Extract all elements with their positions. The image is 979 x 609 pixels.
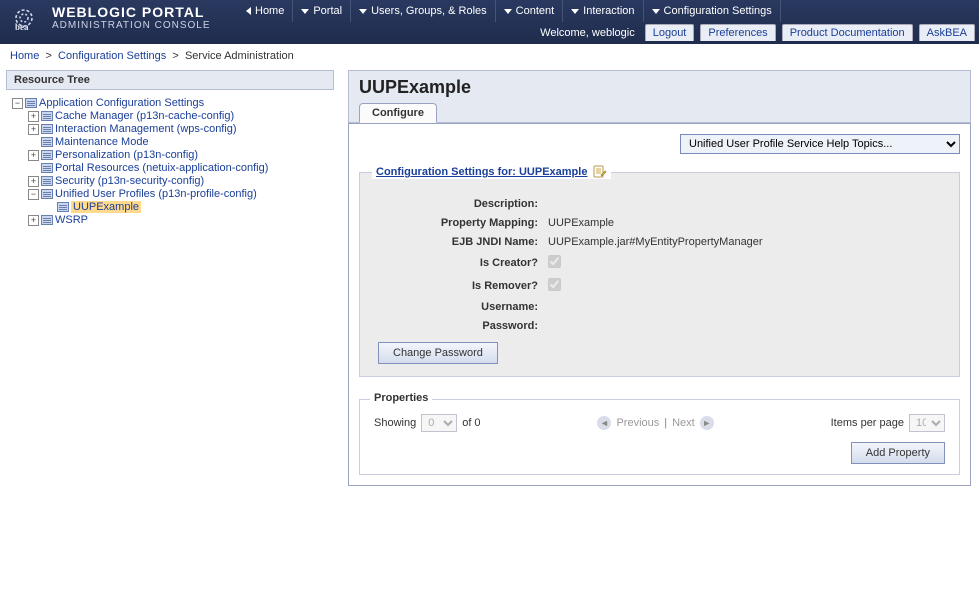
label-ejb-jndi-name: EJB JNDI Name:: [378, 236, 548, 248]
tree-root-label: Application Configuration Settings: [39, 97, 204, 109]
label-password: Password:: [378, 320, 548, 332]
page-title: UUPExample: [359, 77, 960, 98]
caret-down-icon: [504, 9, 512, 14]
caret-down-icon: [359, 9, 367, 14]
breadcrumb-config-settings[interactable]: Configuration Settings: [58, 50, 166, 62]
breadcrumb: Home > Configuration Settings > Service …: [0, 44, 979, 70]
tab-configure[interactable]: Configure: [359, 103, 437, 123]
expand-icon[interactable]: +: [28, 176, 39, 187]
config-settings-group: Configuration Settings for: UUPExample D…: [359, 172, 960, 377]
pager-previous: Previous: [616, 417, 659, 429]
folder-icon: [41, 163, 53, 173]
tree-item-personalization[interactable]: +Personalization (p13n-config): [28, 149, 332, 161]
tree-item-cache-manager[interactable]: +Cache Manager (p13n-cache-config): [28, 110, 332, 122]
collapse-icon[interactable]: −: [12, 98, 23, 109]
items-per-page-label: Items per page: [831, 417, 904, 429]
tree-item-unified-user-profiles[interactable]: −Unified User Profiles (p13n-profile-con…: [28, 188, 332, 200]
preferences-link[interactable]: Preferences: [700, 24, 775, 41]
configure-panel: Unified User Profile Service Help Topics…: [348, 123, 971, 486]
brand-subtitle: ADMINISTRATION CONSOLE: [52, 20, 211, 31]
folder-icon: [41, 137, 53, 147]
nav-users-groups-roles[interactable]: Users, Groups, & Roles: [351, 0, 496, 22]
folder-icon: [41, 124, 53, 134]
tree-item-uupexample[interactable]: UUPExample: [44, 201, 332, 213]
expand-icon[interactable]: +: [28, 124, 39, 135]
folder-icon: [41, 150, 53, 160]
arrow-right-icon: ►: [700, 416, 714, 430]
nav-home[interactable]: Home: [238, 0, 293, 22]
expand-icon[interactable]: +: [28, 111, 39, 122]
caret-down-icon: [301, 9, 309, 14]
showing-select: 0: [421, 414, 457, 432]
folder-icon: [41, 189, 53, 199]
breadcrumb-home[interactable]: Home: [10, 50, 39, 62]
expand-icon[interactable]: +: [28, 150, 39, 161]
nav-portal[interactable]: Portal: [293, 0, 351, 22]
tree-root[interactable]: − Application Configuration Settings: [12, 97, 332, 109]
add-property-button[interactable]: Add Property: [851, 442, 945, 464]
app-header: bea WEBLOGIC PORTAL ADMINISTRATION CONSO…: [0, 0, 979, 44]
primary-nav: Home Portal Users, Groups, & Roles Conte…: [238, 0, 781, 22]
properties-legend: Properties: [370, 392, 432, 404]
breadcrumb-current: Service Administration: [185, 50, 294, 62]
logout-link[interactable]: Logout: [645, 24, 695, 41]
brand-title: WEBLOGIC PORTAL: [52, 5, 211, 20]
folder-icon: [57, 202, 69, 212]
value-ejb-jndi-name: UUPExample.jar#MyEntityPropertyManager: [548, 236, 763, 248]
caret-left-icon: [246, 7, 251, 15]
label-is-creator: Is Creator?: [378, 257, 548, 269]
tree-item-interaction-mgmt[interactable]: +Interaction Management (wps-config): [28, 123, 332, 135]
showing-of: of 0: [462, 417, 480, 429]
resource-tree-title: Resource Tree: [6, 70, 334, 90]
label-username: Username:: [378, 301, 548, 313]
edit-icon[interactable]: [593, 165, 607, 179]
tree-item-portal-resources[interactable]: Portal Resources (netuix-application-con…: [28, 162, 332, 174]
tree-item-wsrp[interactable]: +WSRP: [28, 214, 332, 226]
caret-down-icon: [571, 9, 579, 14]
product-docs-link[interactable]: Product Documentation: [782, 24, 913, 41]
nav-interaction[interactable]: Interaction: [563, 0, 643, 22]
folder-icon: [25, 98, 37, 108]
items-per-page-select: 10: [909, 414, 945, 432]
folder-icon: [41, 176, 53, 186]
showing-label: Showing: [374, 417, 416, 429]
properties-group: Properties Showing 0 of 0 ◄ Previous | N…: [359, 399, 960, 475]
collapse-icon[interactable]: −: [28, 189, 39, 200]
checkbox-is-creator: [548, 255, 561, 268]
folder-icon: [41, 215, 53, 225]
bea-logo-icon: bea: [10, 4, 46, 32]
page-header: UUPExample Configure: [348, 70, 971, 123]
tree-item-maintenance-mode[interactable]: Maintenance Mode: [28, 136, 332, 148]
expand-icon[interactable]: +: [28, 215, 39, 226]
help-topics-select[interactable]: Unified User Profile Service Help Topics…: [680, 134, 960, 154]
nav-content[interactable]: Content: [496, 0, 564, 22]
askbea-link[interactable]: AskBEA: [919, 24, 975, 41]
tree-item-security[interactable]: +Security (p13n-security-config): [28, 175, 332, 187]
folder-icon: [41, 111, 53, 121]
label-property-mapping: Property Mapping:: [378, 217, 548, 229]
svg-text:bea: bea: [15, 22, 29, 32]
caret-down-icon: [652, 9, 660, 14]
label-is-remover: Is Remover?: [378, 280, 548, 292]
welcome-bar: Welcome, weblogic Logout Preferences Pro…: [540, 24, 975, 41]
checkbox-is-remover: [548, 278, 561, 291]
label-description: Description:: [378, 198, 548, 210]
change-password-button[interactable]: Change Password: [378, 342, 498, 364]
config-settings-link[interactable]: Configuration Settings for: UUPExample: [376, 166, 587, 178]
resource-tree: − Application Configuration Settings +Ca…: [6, 92, 334, 231]
pager-next: Next: [672, 417, 695, 429]
value-property-mapping: UUPExample: [548, 217, 614, 229]
welcome-text: Welcome, weblogic: [540, 27, 635, 39]
arrow-left-icon: ◄: [597, 416, 611, 430]
nav-config-settings[interactable]: Configuration Settings: [644, 0, 781, 22]
